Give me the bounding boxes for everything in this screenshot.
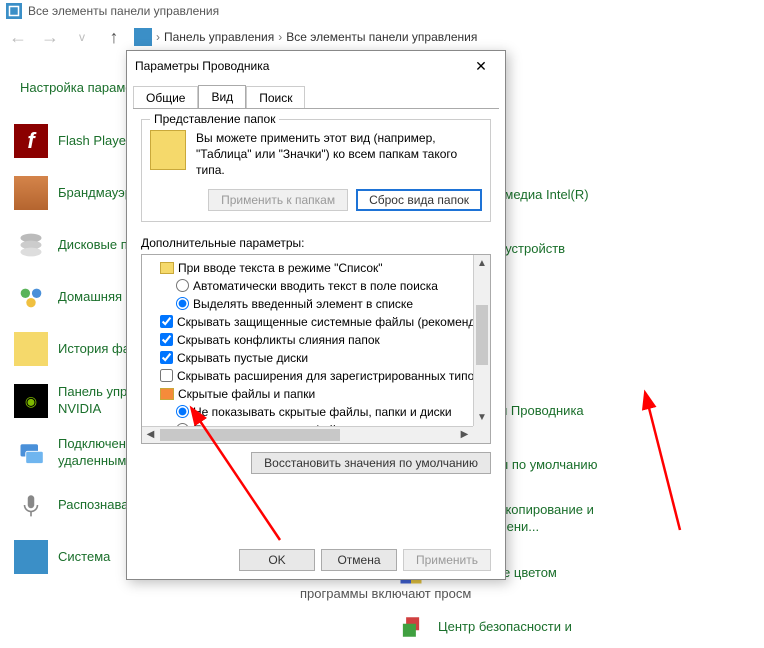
tree-option[interactable]: Скрывать пустые диски <box>146 349 488 367</box>
radio-select-typed[interactable] <box>176 297 189 310</box>
nav-forward-icon[interactable]: → <box>38 25 62 49</box>
security-icon <box>394 610 428 644</box>
nvidia-icon: ◉ <box>14 384 48 418</box>
scroll-up-icon[interactable]: ▲ <box>474 255 490 272</box>
tree-option[interactable]: Скрывать защищенные системные файлы (рек… <box>146 313 488 331</box>
microphone-icon <box>14 488 48 522</box>
nav-recent-icon[interactable]: v <box>70 25 94 49</box>
advanced-settings-label: Дополнительные параметры: <box>141 236 491 250</box>
breadcrumb-item[interactable]: Панель управления <box>164 30 274 44</box>
advanced-settings-tree[interactable]: При вводе текста в режиме "Список" Автом… <box>141 254 491 444</box>
tree-option[interactable]: Скрывать расширения для зарегистрированн… <box>146 367 488 385</box>
disk-icon <box>14 228 48 262</box>
item-security-center[interactable]: Центр безопасности и <box>386 606 758 648</box>
dialog-footer: OK Отмена Применить <box>239 549 491 571</box>
check-hide-extensions[interactable] <box>160 369 173 382</box>
folder-view-groupbox: Представление папок Вы можете применить … <box>141 119 491 222</box>
radio-dont-show-hidden[interactable] <box>176 405 189 418</box>
control-panel-icon <box>6 3 22 19</box>
tab-view[interactable]: Вид <box>198 85 246 108</box>
nav-bar: ← → v ↑ › Панель управления › Все элемен… <box>0 22 764 52</box>
scroll-corner <box>473 426 490 443</box>
control-panel-icon <box>134 28 152 46</box>
window-titlebar: Все элементы панели управления <box>0 0 764 22</box>
tree-option[interactable]: Автоматически вводить текст в поле поиск… <box>146 277 488 295</box>
scroll-thumb[interactable] <box>476 305 488 365</box>
reset-folders-button[interactable]: Сброс вида папок <box>356 189 482 211</box>
groupbox-legend: Представление папок <box>150 112 279 126</box>
folder-icon <box>150 130 186 170</box>
tree-option[interactable]: Выделять введенный элемент в списке <box>146 295 488 313</box>
dialog-titlebar[interactable]: Параметры Проводника ✕ <box>127 51 505 81</box>
scroll-thumb[interactable] <box>160 429 340 441</box>
dialog-title: Параметры Проводника <box>135 59 269 73</box>
scroll-left-icon[interactable]: ◀ <box>142 427 159 443</box>
scroll-down-icon[interactable]: ▼ <box>474 409 490 426</box>
restore-defaults-button[interactable]: Восстановить значения по умолчанию <box>251 452 491 474</box>
tree-option[interactable]: Скрывать конфликты слияния папок <box>146 331 488 349</box>
ok-button[interactable]: OK <box>239 549 315 571</box>
tree-group: Скрытые файлы и папки <box>146 385 488 403</box>
check-hide-empty-drives[interactable] <box>160 351 173 364</box>
breadcrumb-item[interactable]: Все элементы панели управления <box>286 30 477 44</box>
system-icon <box>14 540 48 574</box>
cancel-button[interactable]: Отмена <box>321 549 397 571</box>
folder-icon <box>160 388 174 400</box>
groupbox-text: Вы можете применить этот вид (например, … <box>196 130 482 179</box>
vertical-scrollbar[interactable]: ▲ ▼ <box>473 255 490 426</box>
clipped-bottom-text: программы включают просм <box>0 586 764 606</box>
apply-button[interactable]: Применить <box>403 549 491 571</box>
horizontal-scrollbar[interactable]: ◀ ▶ <box>142 426 490 443</box>
apply-to-folders-button[interactable]: Применить к папкам <box>208 189 348 211</box>
folder-icon <box>160 262 174 274</box>
remoteapp-icon <box>14 436 48 470</box>
breadcrumb-sep-icon: › <box>278 30 282 44</box>
check-hide-merge[interactable] <box>160 333 173 346</box>
explorer-options-dialog: Параметры Проводника ✕ Общие Вид Поиск П… <box>126 50 506 580</box>
radio-auto-search[interactable] <box>176 279 189 292</box>
breadcrumb-sep-icon: › <box>156 30 160 44</box>
dialog-body: Представление папок Вы можете применить … <box>133 108 499 560</box>
history-icon <box>14 332 48 366</box>
scroll-right-icon[interactable]: ▶ <box>456 427 473 443</box>
close-button[interactable]: ✕ <box>465 55 497 77</box>
flash-icon: f <box>14 124 48 158</box>
firewall-icon <box>14 176 48 210</box>
address-bar[interactable]: › Панель управления › Все элементы панел… <box>134 28 758 46</box>
window-title: Все элементы панели управления <box>28 4 219 18</box>
nav-up-icon[interactable]: ↑ <box>102 25 126 49</box>
tab-search[interactable]: Поиск <box>246 86 305 109</box>
nav-back-icon[interactable]: ← <box>6 25 30 49</box>
dialog-tabs: Общие Вид Поиск <box>127 81 505 108</box>
homegroup-icon <box>14 280 48 314</box>
tree-group: При вводе текста в режиме "Список" <box>146 259 488 277</box>
tab-general[interactable]: Общие <box>133 86 198 109</box>
tree-option[interactable]: Не показывать скрытые файлы, папки и дис… <box>146 403 488 421</box>
check-hide-protected[interactable] <box>160 315 173 328</box>
